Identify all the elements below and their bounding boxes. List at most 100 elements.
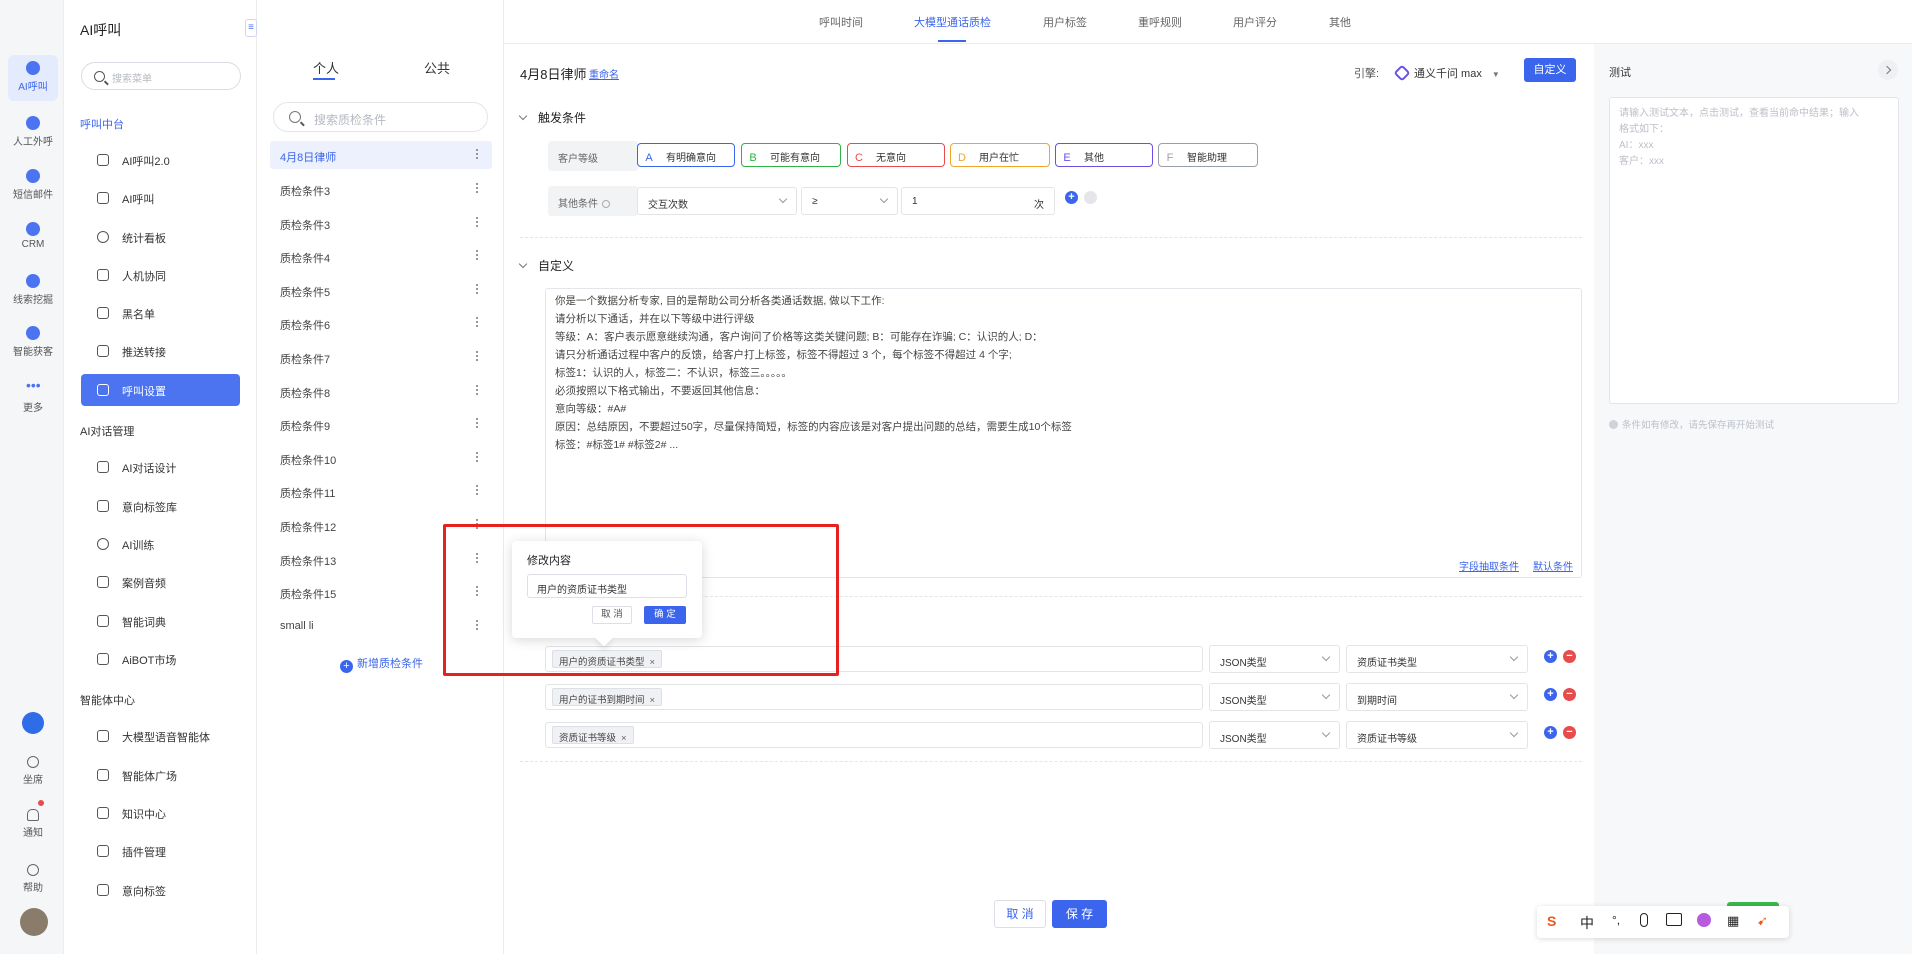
more-vertical-icon[interactable]: [476, 282, 479, 296]
condition-search-input[interactable]: 搜索质检条件: [273, 102, 488, 132]
field-extract-link[interactable]: 字段抽取条件: [1459, 562, 1519, 573]
remove-field-icon[interactable]: −: [1563, 726, 1576, 739]
field-type-select[interactable]: JSON类型: [1209, 721, 1340, 749]
level-tag-b[interactable]: B 可能有意向: [741, 143, 841, 167]
rail-item-manual-call[interactable]: 人工外呼: [8, 110, 58, 156]
menu-item-dictionary[interactable]: 智能词典: [81, 605, 240, 637]
remove-field-icon[interactable]: −: [1563, 650, 1576, 663]
field-type-select[interactable]: JSON类型: [1209, 645, 1340, 673]
level-tag-e[interactable]: E 其他: [1055, 143, 1153, 167]
custom-section-toggle[interactable]: 自定义: [518, 257, 574, 274]
tab-llm-qc[interactable]: 大模型通话质检: [914, 14, 991, 30]
default-condition-link[interactable]: 默认条件: [1533, 562, 1573, 573]
level-tag-d[interactable]: D 用户在忙: [950, 143, 1050, 167]
tab-public[interactable]: 公共: [424, 58, 450, 77]
list-item[interactable]: 质检条件10: [270, 444, 492, 472]
operator-select[interactable]: ≥: [801, 187, 898, 215]
punctuation-icon[interactable]: °,: [1612, 913, 1620, 927]
rename-link[interactable]: 重命名: [589, 66, 619, 81]
rail-item-leads[interactable]: 线索挖掘: [8, 268, 58, 314]
assistant-icon[interactable]: [22, 712, 44, 734]
add-condition-button[interactable]: + 新增质检条件: [340, 655, 423, 673]
list-item[interactable]: 质检条件11: [270, 477, 492, 505]
close-icon[interactable]: ×: [650, 695, 656, 706]
menu-item-knowledge[interactable]: 知识中心: [81, 797, 240, 829]
rail-item-notice[interactable]: 通知: [8, 803, 58, 843]
ime-extra-icon[interactable]: ➹: [1757, 913, 1768, 929]
rail-item-acquisition[interactable]: 智能获客: [8, 320, 58, 366]
keyboard-icon[interactable]: [1666, 913, 1682, 926]
menu-item-transfer[interactable]: 推送转接: [81, 335, 240, 367]
list-item[interactable]: 质检条件6: [270, 309, 492, 337]
rail-item-seat[interactable]: 坐席: [8, 750, 58, 790]
count-input[interactable]: 1次: [901, 187, 1055, 215]
rail-item-sms[interactable]: 短信邮件: [8, 163, 58, 209]
tab-personal[interactable]: 个人: [313, 58, 339, 77]
field-type-select[interactable]: JSON类型: [1209, 683, 1340, 711]
ime-mode-toggle[interactable]: 中: [1580, 913, 1594, 933]
rail-item-ai-call[interactable]: AI呼叫: [8, 55, 58, 101]
list-item[interactable]: 4月8日律师: [270, 141, 492, 169]
menu-item-dialog-design[interactable]: AI对话设计: [81, 451, 240, 483]
skin-icon[interactable]: [1697, 913, 1711, 927]
list-item[interactable]: 质检条件8: [270, 377, 492, 405]
menu-item-call-settings[interactable]: 呼叫设置: [81, 374, 240, 406]
menu-search-input[interactable]: 搜索菜单: [81, 62, 241, 90]
menu-item-plugins[interactable]: 插件管理: [81, 835, 240, 867]
menu-item-ai-call-2[interactable]: AI呼叫2.0: [81, 144, 240, 176]
remove-condition-icon[interactable]: [1084, 191, 1097, 204]
rail-item-crm[interactable]: CRM: [8, 216, 58, 262]
level-tag-f[interactable]: F 智能助理: [1158, 143, 1258, 167]
menu-item-agent-square[interactable]: 智能体广场: [81, 759, 240, 791]
field-target-select[interactable]: 资质证书类型: [1346, 645, 1528, 673]
custom-button[interactable]: 自定义: [1524, 58, 1576, 82]
save-button[interactable]: 保 存: [1052, 900, 1107, 928]
more-vertical-icon[interactable]: [476, 147, 479, 161]
field-target-select[interactable]: 资质证书等级: [1346, 721, 1528, 749]
tab-other[interactable]: 其他: [1329, 14, 1351, 30]
menu-item-aibot-market[interactable]: AiBOT市场: [81, 643, 240, 675]
close-icon[interactable]: ×: [621, 733, 627, 744]
field-chip[interactable]: 用户的证书到期时间 ×: [552, 688, 663, 706]
level-tag-a[interactable]: A 有明确意向: [637, 143, 735, 167]
more-vertical-icon[interactable]: [476, 315, 479, 329]
list-item[interactable]: 质检条件9: [270, 410, 492, 438]
list-item[interactable]: 质检条件7: [270, 343, 492, 371]
cancel-button[interactable]: 取 消: [994, 900, 1046, 928]
chevron-right-icon[interactable]: [1878, 60, 1898, 80]
more-vertical-icon[interactable]: [476, 349, 479, 363]
more-vertical-icon[interactable]: [476, 215, 479, 229]
trigger-section-toggle[interactable]: 触发条件: [518, 109, 586, 126]
field-chip-input[interactable]: 用户的证书到期时间 ×: [545, 684, 1203, 710]
add-field-icon[interactable]: +: [1544, 650, 1557, 663]
field-target-select[interactable]: 到期时间: [1346, 683, 1528, 711]
avatar[interactable]: [20, 908, 48, 936]
menu-item-ai-training[interactable]: AI训练: [81, 528, 240, 560]
microphone-icon[interactable]: [1640, 913, 1648, 927]
sogou-logo-icon[interactable]: S: [1547, 913, 1556, 929]
more-vertical-icon[interactable]: [476, 383, 479, 397]
more-vertical-icon[interactable]: [476, 483, 479, 497]
test-textarea[interactable]: 请输入测试文本，点击测试，查看当前命中结果；输入 格式如下： AI：xxx 客户…: [1609, 97, 1899, 404]
menu-item-case-audio[interactable]: 案例音频: [81, 566, 240, 598]
tab-user-score[interactable]: 用户评分: [1233, 14, 1277, 30]
remove-field-icon[interactable]: −: [1563, 688, 1576, 701]
tab-call-time[interactable]: 呼叫时间: [819, 14, 863, 30]
level-tag-c[interactable]: C 无意向: [847, 143, 945, 167]
menu-item-blacklist[interactable]: 黑名单: [81, 297, 240, 329]
menu-item-llm-agent[interactable]: 大模型语音智能体: [81, 720, 240, 752]
grid-icon[interactable]: ▦: [1727, 913, 1739, 929]
list-item[interactable]: 质检条件3: [270, 209, 492, 237]
menu-item-ai-call[interactable]: AI呼叫: [81, 182, 240, 214]
rail-item-help[interactable]: 帮助: [8, 858, 58, 898]
menu-item-collab[interactable]: 人机协同: [81, 259, 240, 291]
more-vertical-icon[interactable]: [476, 248, 479, 262]
more-vertical-icon[interactable]: [476, 450, 479, 464]
menu-item-intent-label[interactable]: 意向标签: [81, 874, 240, 906]
collapse-icon[interactable]: ≡: [245, 19, 257, 37]
tab-recall-rules[interactable]: 重呼规则: [1138, 14, 1182, 30]
more-vertical-icon[interactable]: [476, 181, 479, 195]
add-field-icon[interactable]: +: [1544, 688, 1557, 701]
list-item[interactable]: 质检条件5: [270, 276, 492, 304]
rail-item-more[interactable]: ••• 更多: [8, 376, 58, 422]
